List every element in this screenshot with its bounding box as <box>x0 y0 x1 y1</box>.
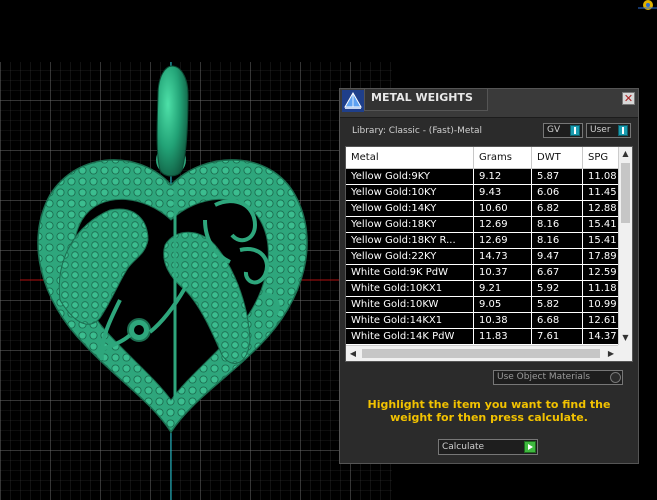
table-row[interactable]: White Gold:14KX1 10.38 6.68 12.61 <box>346 313 623 329</box>
cell-grams: 10.37 <box>474 265 532 281</box>
table-row[interactable]: White Gold:10KW 9.05 5.82 10.99 <box>346 297 623 313</box>
column-header-dwt[interactable]: DWT <box>532 147 583 169</box>
cell-spg: 15.41 <box>583 217 623 233</box>
cell-metal: Yellow Gold:9KY <box>346 169 474 185</box>
cell-grams: 10.38 <box>474 313 532 329</box>
scroll-left-arrow-icon[interactable]: ◀ <box>346 346 360 361</box>
user-toggle[interactable]: User <box>586 123 631 138</box>
cell-dwt: 6.06 <box>532 185 583 201</box>
cell-dwt: 5.87 <box>532 169 583 185</box>
cell-spg: 11.08 <box>583 169 623 185</box>
table-row[interactable]: Yellow Gold:14KY 10.60 6.82 12.88 <box>346 201 623 217</box>
metal-weights-panel: METAL WEIGHTS ✕ Library: Classic - (Fast… <box>339 88 639 464</box>
play-arrow-icon <box>524 441 536 453</box>
use-object-materials-toggle[interactable]: Use Object Materials <box>493 370 623 385</box>
column-header-metal[interactable]: Metal <box>346 147 474 169</box>
calculate-button[interactable]: Calculate <box>438 439 538 455</box>
cell-metal: White Gold:14KX1 <box>346 313 474 329</box>
cell-dwt: 5.92 <box>532 281 583 297</box>
table-row[interactable]: Yellow Gold:22KY 14.73 9.47 17.89 <box>346 249 623 265</box>
cell-metal: Yellow Gold:18KY R... <box>346 233 474 249</box>
gv-toggle-label: GV <box>547 125 561 135</box>
cell-dwt: 8.16 <box>532 233 583 249</box>
table-body: Yellow Gold:9KY 9.12 5.87 11.08 Yellow Gold:… <box>346 169 623 345</box>
cell-grams: 10.60 <box>474 201 532 217</box>
cell-spg: 12.88 <box>583 201 623 217</box>
close-button[interactable]: ✕ <box>622 92 635 105</box>
cell-dwt: 9.47 <box>532 249 583 265</box>
cell-spg: 11.18 <box>583 281 623 297</box>
cell-metal: White Gold:14K PdW <box>346 329 474 345</box>
cell-grams: 14.73 <box>474 249 532 265</box>
use-object-materials-label: Use Object Materials <box>497 372 591 382</box>
cell-grams: 9.05 <box>474 297 532 313</box>
cell-dwt: 6.82 <box>532 201 583 217</box>
toggle-switch-icon <box>570 125 580 136</box>
cell-metal: Yellow Gold:18KY <box>346 217 474 233</box>
table-row[interactable]: Yellow Gold:10KY 9.43 6.06 11.45 <box>346 185 623 201</box>
instructions-text: Highlight the item you want to find the … <box>367 398 611 424</box>
cell-spg: 17.89 <box>583 249 623 265</box>
table-row[interactable]: Yellow Gold:9KY 9.12 5.87 11.08 <box>346 169 623 185</box>
cell-grams: 12.69 <box>474 217 532 233</box>
cell-dwt: 6.68 <box>532 313 583 329</box>
cell-spg: 10.99 <box>583 297 623 313</box>
cell-spg: 15.41 <box>583 233 623 249</box>
metal-weights-table: Metal Grams DWT SPG Yellow Gold:9KY 9.12 5… <box>345 146 633 362</box>
column-header-grams[interactable]: Grams <box>474 147 532 169</box>
gv-toggle[interactable]: GV <box>543 123 583 138</box>
panel-title: METAL WEIGHTS <box>364 89 488 111</box>
cell-grams: 9.12 <box>474 169 532 185</box>
cell-grams: 11.83 <box>474 329 532 345</box>
vertical-scrollbar[interactable]: ▲ ▼ <box>618 147 632 345</box>
cell-spg: 14.37 <box>583 329 623 345</box>
cell-grams: 12.69 <box>474 233 532 249</box>
scroll-right-arrow-icon[interactable]: ▶ <box>604 346 618 361</box>
table-row[interactable]: White Gold:10KX1 9.21 5.92 11.18 <box>346 281 623 297</box>
cell-metal: White Gold:10KW <box>346 297 474 313</box>
cell-metal: Yellow Gold:22KY <box>346 249 474 265</box>
cell-dwt: 6.67 <box>532 265 583 281</box>
cell-metal: White Gold:10KX1 <box>346 281 474 297</box>
cell-dwt: 5.82 <box>532 297 583 313</box>
pyramid-icon <box>342 90 364 112</box>
cell-spg: 12.61 <box>583 313 623 329</box>
vertical-scroll-thumb[interactable] <box>621 163 630 223</box>
scroll-down-arrow-icon[interactable]: ▼ <box>619 331 632 345</box>
table-row[interactable]: White Gold:9K PdW 10.37 6.67 12.59 <box>346 265 623 281</box>
bail <box>156 65 189 177</box>
horizontal-scrollbar[interactable]: ◀ ▶ <box>346 345 618 361</box>
scrollbar-corner <box>618 345 632 361</box>
cell-dwt: 7.61 <box>532 329 583 345</box>
table-row[interactable]: Yellow Gold:18KY 12.69 8.16 15.41 <box>346 217 623 233</box>
table-row[interactable]: White Gold:14K PdW 11.83 7.61 14.37 <box>346 329 623 345</box>
cell-metal: Yellow Gold:14KY <box>346 201 474 217</box>
panel-titlebar[interactable]: METAL WEIGHTS ✕ <box>340 89 638 118</box>
cell-grams: 9.21 <box>474 281 532 297</box>
column-header-spg[interactable]: SPG <box>583 147 623 169</box>
cell-dwt: 8.16 <box>532 217 583 233</box>
radio-circle-icon <box>610 372 621 383</box>
horizontal-scroll-thumb[interactable] <box>362 349 600 358</box>
table-header: Metal Grams DWT SPG <box>346 147 623 169</box>
cell-grams: 9.43 <box>474 185 532 201</box>
user-toggle-label: User <box>590 125 611 135</box>
cell-spg: 12.59 <box>583 265 623 281</box>
cell-metal: Yellow Gold:10KY <box>346 185 474 201</box>
calculate-label: Calculate <box>442 442 485 452</box>
table-row[interactable]: Yellow Gold:18KY R... 12.69 8.16 15.41 <box>346 233 623 249</box>
toggle-switch-icon <box>618 125 628 136</box>
cell-metal: White Gold:9K PdW <box>346 265 474 281</box>
scroll-up-arrow-icon[interactable]: ▲ <box>619 147 632 161</box>
cell-spg: 11.45 <box>583 185 623 201</box>
library-label: Library: Classic - (Fast)-Metal <box>352 126 483 136</box>
